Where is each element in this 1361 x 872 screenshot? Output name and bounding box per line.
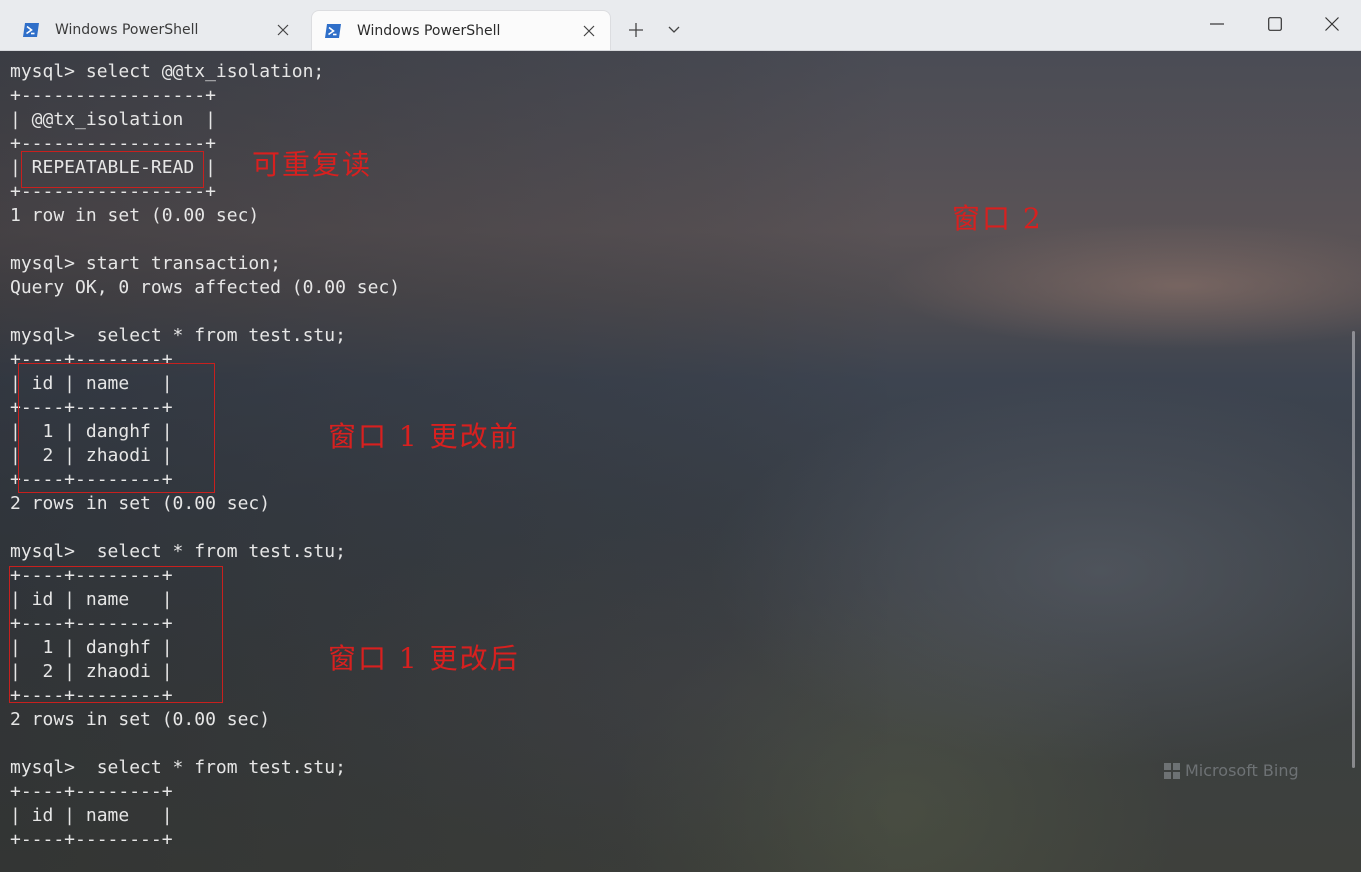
close-icon [1325, 17, 1339, 31]
tab-powershell-2[interactable]: Windows PowerShell [311, 10, 611, 50]
plus-icon [629, 23, 643, 37]
annotation-after-change: 窗口 1 更改后 [328, 642, 520, 675]
powershell-icon [23, 23, 39, 37]
vertical-scrollbar[interactable] [1352, 331, 1355, 768]
maximize-icon [1268, 17, 1282, 31]
terminal-line: mysql> select * from test.stu; [10, 541, 346, 562]
minimize-icon [1210, 23, 1224, 25]
powershell-icon [325, 23, 341, 38]
new-tab-button[interactable] [622, 17, 650, 43]
terminal-line: 2 rows in set (0.00 sec) [10, 709, 271, 730]
chevron-down-icon [668, 26, 680, 33]
watermark-text: Microsoft Bing [1185, 761, 1299, 780]
minimize-button[interactable] [1188, 0, 1246, 48]
terminal-line: mysql> start transaction; [10, 253, 281, 274]
annotation-before-change: 窗口 1 更改前 [328, 420, 520, 453]
bing-logo-icon [1164, 762, 1180, 779]
terminal-pane[interactable]: mysql> select @@tx_isolation; +----------… [0, 51, 1361, 872]
close-icon[interactable] [578, 20, 600, 42]
title-bar: Windows PowerShell Windows PowerShell [0, 0, 1361, 51]
terminal-line: mysql> select @@tx_isolation; [10, 61, 325, 82]
terminal-line: +-----------------+ [10, 85, 216, 106]
terminal-line: | @@tx_isolation | [10, 109, 216, 130]
terminal-line: mysql> select * from test.stu; [10, 757, 346, 778]
terminal-line: 1 row in set (0.00 sec) [10, 205, 260, 226]
terminal-line: +----+--------+ [10, 829, 173, 850]
terminal-line: | id | name | [10, 805, 173, 826]
terminal-line: Query OK, 0 rows affected (0.00 sec) [10, 277, 401, 298]
bing-watermark: Microsoft Bing [1163, 761, 1299, 780]
tab-title: Windows PowerShell [55, 22, 199, 38]
highlight-box-after [9, 566, 223, 703]
highlight-box-before [18, 363, 215, 493]
tab-dropdown-button[interactable] [660, 17, 688, 43]
terminal-line: +----+--------+ [10, 781, 173, 802]
terminal-line: 2 rows in set (0.00 sec) [10, 493, 271, 514]
tab-title: Windows PowerShell [357, 22, 501, 39]
tab-powershell-1[interactable]: Windows PowerShell [10, 10, 304, 50]
close-icon[interactable] [272, 19, 294, 41]
annotation-repeatable-read: 可重复读 [252, 148, 373, 181]
highlight-box-isolation [21, 151, 204, 188]
terminal-line: mysql> select * from test.stu; [10, 325, 346, 346]
annotation-window-2: 窗口 2 [952, 202, 1043, 235]
window-close-button[interactable] [1303, 0, 1361, 48]
maximize-button[interactable] [1246, 0, 1304, 48]
